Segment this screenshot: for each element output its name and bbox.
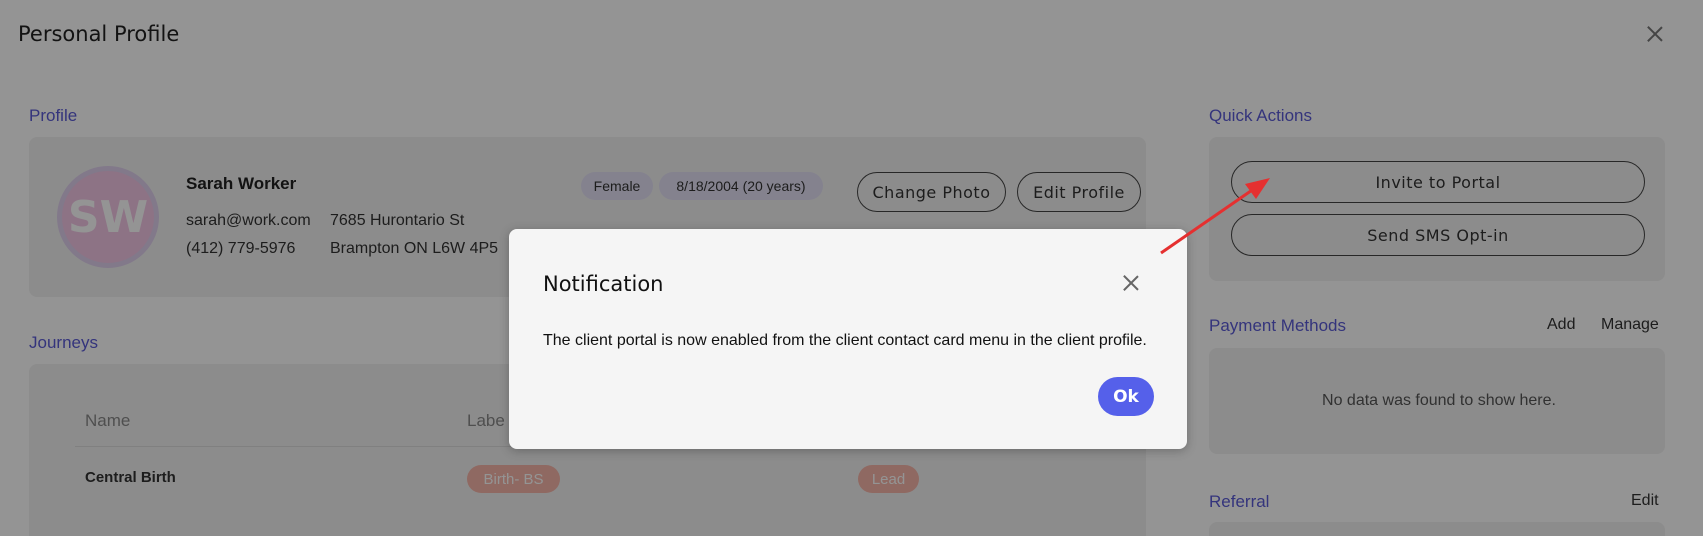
- ok-button[interactable]: Ok: [1098, 377, 1154, 416]
- dialog-title: Notification: [543, 272, 664, 296]
- dialog-close-icon[interactable]: [1119, 271, 1143, 295]
- dialog-message: The client portal is now enabled from th…: [543, 332, 1147, 349]
- notification-dialog: Notification The client portal is now en…: [509, 229, 1187, 449]
